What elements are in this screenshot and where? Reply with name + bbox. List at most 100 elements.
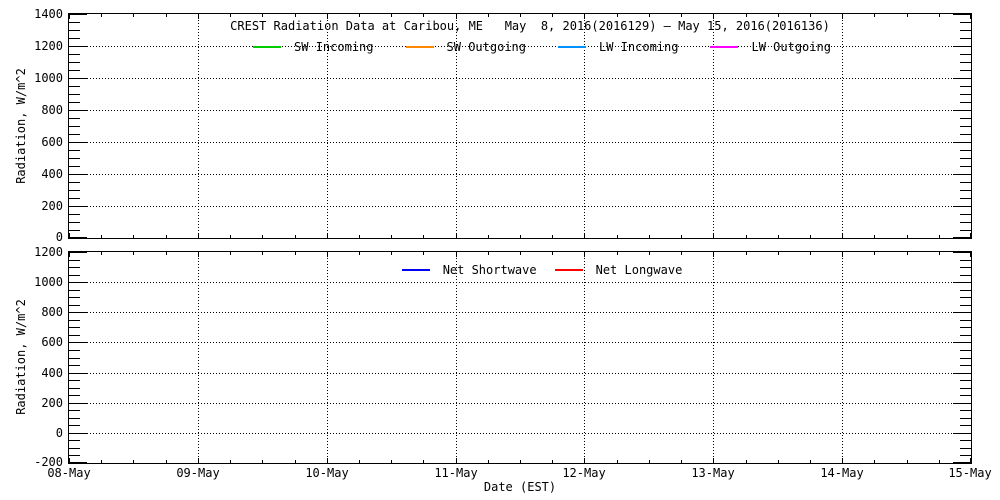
x-tick-top — [810, 252, 811, 255]
y-tick-right — [960, 118, 971, 119]
legend-label: LW Incoming — [599, 40, 678, 54]
y-tick-label: 800 — [41, 103, 63, 117]
legend-label: Net Longwave — [596, 263, 683, 277]
y-tick-label: 0 — [56, 230, 63, 244]
x-tick-bottom — [907, 235, 908, 238]
legend-item: LW Outgoing — [710, 40, 830, 54]
y-tick-left — [69, 358, 80, 359]
x-tick-top — [133, 14, 134, 17]
y-tick-right — [960, 102, 971, 103]
x-tick-bottom — [327, 233, 328, 238]
x-tick-bottom — [327, 458, 328, 463]
x-tick-top — [778, 252, 779, 255]
y-tick-right — [953, 14, 971, 15]
x-tick-top — [617, 14, 618, 17]
x-tick-top — [617, 252, 618, 255]
x-tick-bottom — [842, 458, 843, 463]
y-tick-left — [69, 174, 87, 175]
x-tick-top — [101, 14, 102, 17]
y-tick-left — [69, 134, 80, 135]
x-tick-bottom — [681, 235, 682, 238]
y-tick-right — [960, 166, 971, 167]
y-tick-right — [960, 358, 971, 359]
y-tick-label: 1000 — [34, 275, 63, 289]
x-tick-label: 13-May — [691, 466, 734, 480]
legend-item: Net Longwave — [555, 263, 683, 277]
x-tick-top — [649, 14, 650, 17]
x-tick-top — [649, 252, 650, 255]
x-tick-top — [552, 14, 553, 17]
y-tick-right — [960, 190, 971, 191]
x-tick-top — [488, 252, 489, 255]
y-tick-left — [69, 410, 80, 411]
x-tick-bottom — [552, 235, 553, 238]
x-tick-label: 09-May — [176, 466, 219, 480]
x-tick-top — [166, 252, 167, 255]
x-tick-bottom — [133, 460, 134, 463]
chart-title: CREST Radiation Data at Caribou, ME May … — [68, 19, 972, 33]
legend-line — [406, 46, 434, 48]
x-tick-top — [69, 252, 70, 257]
y-tick-left — [69, 342, 87, 343]
x-tick-top — [456, 252, 457, 257]
y-tick-left — [69, 118, 80, 119]
x-tick-top — [262, 14, 263, 17]
y-tick-left — [69, 62, 80, 63]
legend-line — [710, 46, 738, 48]
y-tick-left — [69, 327, 80, 328]
y-tick-right — [960, 380, 971, 381]
x-tick-top — [166, 14, 167, 17]
x-tick-top — [488, 14, 489, 17]
x-tick-bottom — [101, 460, 102, 463]
y-tick-left — [69, 260, 80, 261]
y-tick-left — [69, 350, 80, 351]
y-tick-left — [69, 335, 80, 336]
y-tick-right — [960, 198, 971, 199]
x-tick-top — [746, 252, 747, 255]
y-tick-label: 800 — [41, 305, 63, 319]
y-tick-right — [960, 158, 971, 159]
h-gridline — [69, 142, 971, 143]
x-tick-top — [198, 252, 199, 257]
x-tick-label: 12-May — [562, 466, 605, 480]
legend-item: SW Incoming — [253, 40, 373, 54]
x-tick-top — [907, 252, 908, 255]
y-tick-right — [953, 433, 971, 434]
y-tick-left — [69, 54, 80, 55]
h-gridline — [69, 433, 971, 434]
y-tick-left — [69, 290, 80, 291]
net-radiation-panel: -20002004006008001000120008-May09-May10-… — [68, 251, 972, 464]
y-tick-left — [69, 94, 80, 95]
x-tick-top — [359, 252, 360, 255]
y-tick-left — [69, 222, 80, 223]
y-tick-right — [960, 62, 971, 63]
x-tick-bottom — [907, 460, 908, 463]
x-tick-top — [778, 14, 779, 17]
x-tick-bottom — [617, 235, 618, 238]
y-tick-label: 600 — [41, 335, 63, 349]
x-tick-bottom — [778, 235, 779, 238]
x-tick-bottom — [520, 235, 521, 238]
h-gridline — [69, 282, 971, 283]
y-tick-right — [960, 214, 971, 215]
y-tick-right — [953, 403, 971, 404]
y-tick-left — [69, 237, 87, 238]
x-tick-top — [810, 14, 811, 17]
y-tick-label: 400 — [41, 366, 63, 380]
x-tick-bottom — [295, 235, 296, 238]
y-tick-label: 0 — [56, 426, 63, 440]
y-tick-right — [953, 142, 971, 143]
x-tick-bottom — [262, 235, 263, 238]
x-tick-bottom — [359, 460, 360, 463]
y-tick-right — [953, 462, 971, 463]
y-tick-right — [953, 206, 971, 207]
y-tick-left — [69, 403, 87, 404]
y-tick-left — [69, 373, 87, 374]
x-tick-label: 08-May — [47, 466, 90, 480]
y-tick-right — [960, 70, 971, 71]
y-tick-left — [69, 305, 80, 306]
y-tick-left — [69, 252, 87, 253]
y-tick-left — [69, 418, 80, 419]
x-tick-bottom — [970, 233, 971, 238]
x-tick-bottom — [584, 458, 585, 463]
